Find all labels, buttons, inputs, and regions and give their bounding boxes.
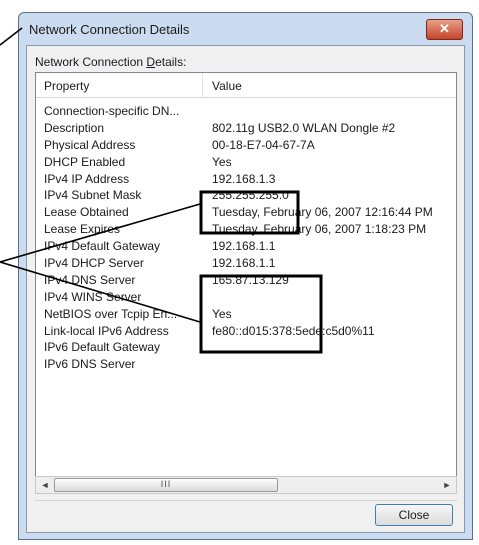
button-divider <box>35 500 457 501</box>
property-cell: IPv4 DNS Server <box>44 272 136 287</box>
list-body: Connection-specific DN... Description 802.… <box>36 103 456 373</box>
table-row[interactable]: IPv4 IP Address 192.168.1.3 <box>36 171 456 188</box>
table-row[interactable]: Lease Obtained Tuesday, February 06, 2007… <box>36 204 456 221</box>
table-row[interactable]: Physical Address 00-18-E7-04-67-7A <box>36 137 456 154</box>
table-row[interactable]: DHCP Enabled Yes <box>36 154 456 171</box>
table-row[interactable]: IPv4 Default Gateway 192.168.1.1 <box>36 238 456 255</box>
property-cell: IPv6 Default Gateway <box>44 340 161 355</box>
value-cell: fe80::d015:378:5ede:c5d0%11 <box>212 323 375 338</box>
column-header-value[interactable]: Value <box>212 79 242 93</box>
table-row[interactable]: IPv6 Default Gateway <box>36 339 456 356</box>
property-cell: NetBIOS over Tcpip En... <box>44 306 178 321</box>
value-cell: Tuesday, February 06, 2007 12:16:44 PM <box>212 205 433 220</box>
title-bar[interactable]: Network Connection Details ✕ <box>19 13 472 45</box>
column-separator[interactable] <box>202 73 203 97</box>
close-icon[interactable]: ✕ <box>426 19 463 40</box>
property-cell: DHCP Enabled <box>44 154 126 169</box>
window-title: Network Connection Details <box>29 22 190 37</box>
arrow-left-icon[interactable]: ◄ <box>37 478 53 492</box>
property-cell: Lease Obtained <box>44 205 129 220</box>
column-header-property[interactable]: Property <box>44 79 89 93</box>
value-cell: 802.11g USB2.0 WLAN Dongle #2 <box>212 120 396 135</box>
details-label: Network Connection Details: <box>35 55 187 69</box>
table-row[interactable]: Description 802.11g USB2.0 WLAN Dongle #2 <box>36 120 456 137</box>
value-cell: 00-18-E7-04-67-7A <box>212 137 315 152</box>
property-cell: IPv4 Subnet Mask <box>44 188 142 203</box>
property-cell: IPv4 DHCP Server <box>44 256 144 271</box>
dialog-window: Network Connection Details ✕ Network Con… <box>18 12 473 540</box>
details-list[interactable]: Property Value Connection-specific DN...… <box>35 72 457 477</box>
value-cell: 255.255.255.0 <box>212 188 289 203</box>
value-cell: Tuesday, February 06, 2007 1:18:23 PM <box>212 222 427 237</box>
table-row[interactable]: Connection-specific DN... <box>36 103 456 120</box>
value-cell: 192.168.1.3 <box>212 171 276 186</box>
table-row[interactable]: IPv4 Subnet Mask 255.255.255.0 <box>36 187 456 204</box>
table-row[interactable]: Lease Expires Tuesday, February 06, 2007 … <box>36 221 456 238</box>
value-cell: Yes <box>212 306 232 321</box>
value-cell: Yes <box>212 154 232 169</box>
value-cell: 192.168.1.1 <box>212 256 276 271</box>
close-button[interactable]: Close <box>375 504 453 526</box>
table-row[interactable]: Link-local IPv6 Address fe80::d015:378:5e… <box>36 323 456 340</box>
table-row[interactable]: IPv4 DHCP Server 192.168.1.1 <box>36 255 456 272</box>
property-cell: Connection-specific DN... <box>44 104 180 118</box>
scrollbar-thumb[interactable]: III <box>54 478 278 492</box>
table-row[interactable]: NetBIOS over Tcpip En... Yes <box>36 306 456 323</box>
table-row[interactable]: IPv6 DNS Server <box>36 356 456 373</box>
value-cell: 192.168.1.1 <box>212 239 276 254</box>
property-cell: Physical Address <box>44 137 136 152</box>
horizontal-scrollbar[interactable]: ◄ III ► <box>35 476 457 494</box>
property-cell: Description <box>44 120 105 135</box>
property-cell: IPv6 DNS Server <box>44 357 136 372</box>
property-cell: Lease Expires <box>44 222 121 237</box>
dialog-client-area: Network Connection Details: Property Val… <box>26 45 465 533</box>
list-header: Property Value <box>36 73 456 98</box>
table-row[interactable]: IPv4 DNS Server 165.87.13.129 <box>36 272 456 289</box>
value-cell: 165.87.13.129 <box>212 272 289 287</box>
property-cell: IPv4 WINS Server <box>44 289 142 304</box>
property-cell: Link-local IPv6 Address <box>44 323 169 338</box>
table-row[interactable]: IPv4 WINS Server <box>36 289 456 306</box>
arrow-right-icon[interactable]: ► <box>439 478 455 492</box>
property-cell: IPv4 Default Gateway <box>44 239 161 254</box>
property-cell: IPv4 IP Address <box>44 171 130 186</box>
